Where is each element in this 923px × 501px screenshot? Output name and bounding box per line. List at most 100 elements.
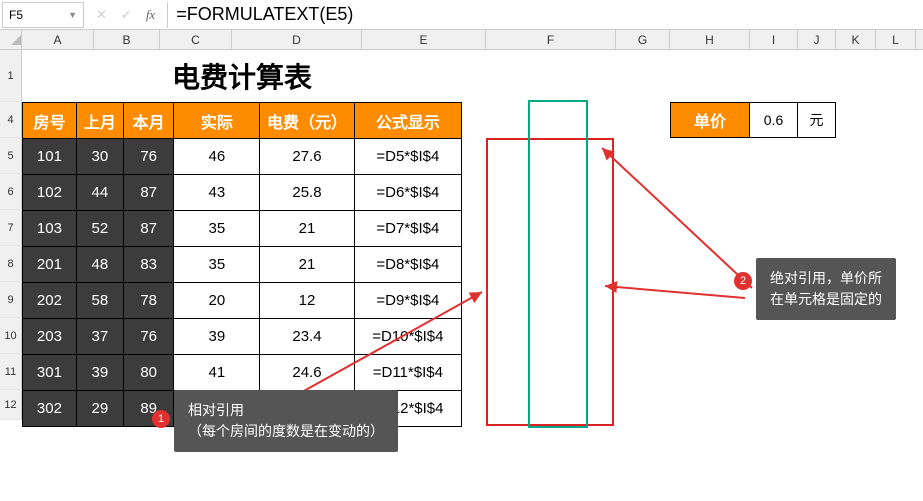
col-header-G[interactable]: G — [616, 30, 670, 49]
annotation-2-line2: 在单元格是固定的 — [770, 289, 882, 310]
cancel-icon[interactable]: ✕ — [96, 7, 107, 23]
row-header-9[interactable]: 9 — [0, 282, 22, 318]
fx-icon[interactable]: fx — [146, 7, 155, 23]
cell-prev[interactable]: 39 — [76, 355, 123, 391]
table-row: 202 58 78 20 12 =D9*$I$4 — [23, 283, 462, 319]
name-box[interactable]: F5 ▼ — [2, 2, 84, 28]
cell-room[interactable]: 102 — [23, 175, 77, 211]
cell-curr[interactable]: 78 — [123, 283, 174, 319]
table-row: 103 52 87 35 21 =D7*$I$4 — [23, 211, 462, 247]
cell-room[interactable]: 203 — [23, 319, 77, 355]
row-header-6[interactable]: 6 — [0, 174, 22, 210]
cell-curr[interactable]: 76 — [123, 139, 174, 175]
cell-room[interactable]: 202 — [23, 283, 77, 319]
row-header-5[interactable]: 5 — [0, 138, 22, 174]
cell-actual[interactable]: 39 — [174, 319, 260, 355]
col-header-D[interactable]: D — [232, 30, 362, 49]
name-box-value: F5 — [9, 8, 23, 22]
price-unit: 元 — [798, 102, 836, 138]
th-actual: 实际 — [174, 103, 260, 139]
cell-formula[interactable]: =D11*$I$4 — [354, 355, 461, 391]
th-prev: 上月 — [76, 103, 123, 139]
cell-formula[interactable]: =D5*$I$4 — [354, 139, 461, 175]
cell-actual[interactable]: 41 — [174, 355, 260, 391]
cell-prev[interactable]: 37 — [76, 319, 123, 355]
cell-room[interactable]: 103 — [23, 211, 77, 247]
page-title: 电费计算表 — [22, 50, 462, 102]
cell-prev[interactable]: 48 — [76, 247, 123, 283]
table-row: 301 39 80 41 24.6 =D11*$I$4 — [23, 355, 462, 391]
table-header-row: 房号 上月 本月 实际 电费（元） 公式显示 — [23, 103, 462, 139]
col-header-B[interactable]: B — [94, 30, 160, 49]
col-header-H[interactable]: H — [670, 30, 750, 49]
cell-curr[interactable]: 87 — [123, 175, 174, 211]
cell-fee[interactable]: 23.4 — [260, 319, 354, 355]
col-header-I[interactable]: I — [750, 30, 798, 49]
confirm-icon[interactable]: ✓ — [121, 7, 132, 23]
annotation-badge-2: 2 — [734, 272, 752, 290]
cell-room[interactable]: 101 — [23, 139, 77, 175]
col-header-K[interactable]: K — [836, 30, 876, 49]
cell-fee[interactable]: 25.8 — [260, 175, 354, 211]
cell-curr[interactable]: 83 — [123, 247, 174, 283]
row-header-4[interactable]: 4 — [0, 102, 22, 138]
cell-fee[interactable]: 27.6 — [260, 139, 354, 175]
name-box-dropdown-icon[interactable]: ▼ — [68, 10, 77, 20]
formula-bar: F5 ▼ ✕ ✓ fx — [0, 0, 923, 30]
cell-formula[interactable]: =D9*$I$4 — [354, 283, 461, 319]
cell-curr[interactable]: 80 — [123, 355, 174, 391]
table-row: 101 30 76 46 27.6 =D5*$I$4 — [23, 139, 462, 175]
cell-formula[interactable]: =D6*$I$4 — [354, 175, 461, 211]
cell-prev[interactable]: 30 — [76, 139, 123, 175]
price-box: 单价 0.6 元 — [670, 102, 836, 138]
col-header-A[interactable]: A — [22, 30, 94, 49]
cell-fee[interactable]: 21 — [260, 211, 354, 247]
cell-room[interactable]: 201 — [23, 247, 77, 283]
cell-fee[interactable]: 24.6 — [260, 355, 354, 391]
row-header-10[interactable]: 10 — [0, 318, 22, 354]
row-headers: 1 4 5 6 7 8 9 10 11 12 — [0, 50, 22, 420]
col-header-E[interactable]: E — [362, 30, 486, 49]
cell-actual[interactable]: 20 — [174, 283, 260, 319]
select-all-corner[interactable] — [0, 30, 22, 49]
cell-room[interactable]: 301 — [23, 355, 77, 391]
cell-prev[interactable]: 58 — [76, 283, 123, 319]
formula-bar-buttons: ✕ ✓ fx — [84, 7, 167, 23]
cell-formula[interactable]: =D7*$I$4 — [354, 211, 461, 247]
col-header-F[interactable]: F — [486, 30, 616, 49]
col-header-C[interactable]: C — [160, 30, 232, 49]
price-value[interactable]: 0.6 — [750, 102, 798, 138]
cell-fee[interactable]: 12 — [260, 283, 354, 319]
cell-prev[interactable]: 52 — [76, 211, 123, 247]
col-header-L[interactable]: L — [876, 30, 916, 49]
cell-actual[interactable]: 43 — [174, 175, 260, 211]
selection-teal — [528, 100, 588, 428]
row-header-12[interactable]: 12 — [0, 390, 22, 420]
table-row: 102 44 87 43 25.8 =D6*$I$4 — [23, 175, 462, 211]
row-header-11[interactable]: 11 — [0, 354, 22, 390]
table-row: 203 37 76 39 23.4 =D10*$I$4 — [23, 319, 462, 355]
row-header-8[interactable]: 8 — [0, 246, 22, 282]
col-header-J[interactable]: J — [798, 30, 836, 49]
formula-input[interactable] — [167, 2, 923, 28]
cell-actual[interactable]: 46 — [174, 139, 260, 175]
cell-fee[interactable]: 21 — [260, 247, 354, 283]
cell-curr[interactable]: 76 — [123, 319, 174, 355]
cell-curr[interactable]: 87 — [123, 211, 174, 247]
column-headers: A B C D E F G H I J K L — [0, 30, 923, 50]
row-header-1[interactable]: 1 — [0, 50, 22, 102]
cell-actual[interactable]: 35 — [174, 211, 260, 247]
row-header-7[interactable]: 7 — [0, 210, 22, 246]
cell-formula[interactable]: =D10*$I$4 — [354, 319, 461, 355]
cell-formula[interactable]: =D8*$I$4 — [354, 247, 461, 283]
cell-room[interactable]: 302 — [23, 391, 77, 427]
arrow-annotation-2b — [597, 278, 752, 308]
cell-prev[interactable]: 44 — [76, 175, 123, 211]
annotation-badge-1: 1 — [152, 410, 170, 428]
cell-prev[interactable]: 29 — [76, 391, 123, 427]
cell-actual[interactable]: 35 — [174, 247, 260, 283]
th-fee: 电费（元） — [260, 103, 354, 139]
annotation-relative-ref: 相对引用 （每个房间的度数是在变动的） — [174, 390, 398, 452]
grid[interactable]: 电费计算表 房号 上月 本月 实际 电费（元） 公式显示 101 30 76 4… — [22, 50, 462, 420]
th-formula: 公式显示 — [354, 103, 461, 139]
